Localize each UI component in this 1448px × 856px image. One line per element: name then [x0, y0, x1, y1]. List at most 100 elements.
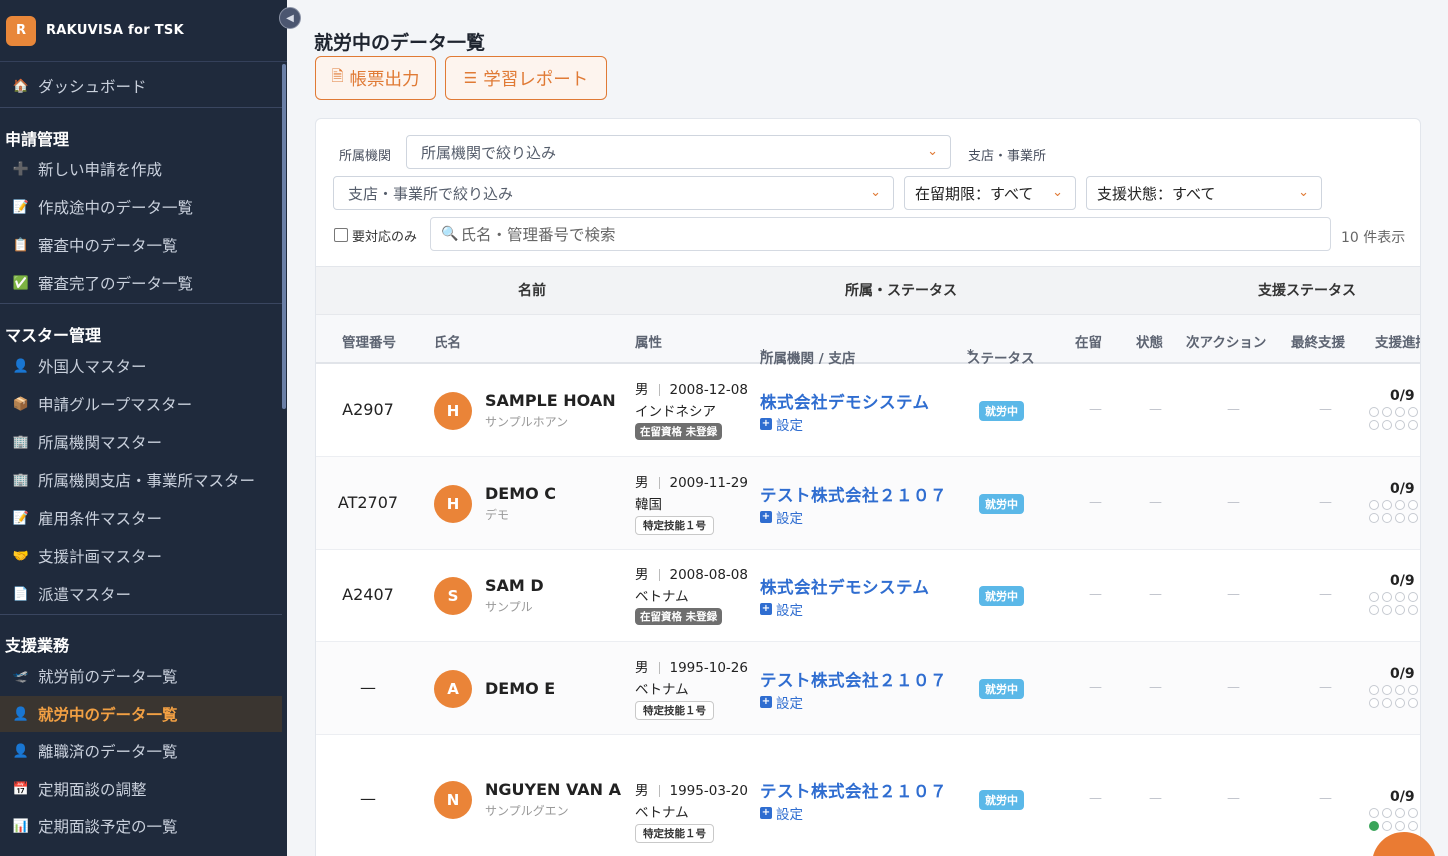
dob: 1995-10-26: [669, 660, 748, 676]
setting-label: 設定: [776, 696, 803, 712]
sidebar-item[interactable]: 📊 定期面談予定の一覧: [0, 808, 282, 844]
col-last-support[interactable]: 最終支援: [1291, 331, 1345, 351]
collapse-sidebar-icon[interactable]: ◀: [279, 7, 301, 29]
org-link[interactable]: 株式会社デモシステム: [760, 574, 930, 598]
sidebar-scrollbar[interactable]: [282, 64, 286, 409]
gender: 男: [635, 783, 649, 799]
visa-badge: 在留資格 未登録: [635, 608, 723, 625]
search-input[interactable]: 🔍 氏名・管理番号で検索: [430, 217, 1331, 251]
person-name[interactable]: NGUYEN VAN A: [485, 780, 621, 799]
org-filter-select[interactable]: 所属機関で絞り込み ⌄: [406, 135, 951, 169]
table-row[interactable]: A2407 S SAM D サンプル 男 2008-08-08 ベトナム 在留資格 未登録 株式…: [316, 550, 1420, 642]
progress-dots: [1369, 407, 1418, 430]
person-name[interactable]: SAM D: [485, 576, 544, 595]
sidebar-item[interactable]: 👤 外国人マスター: [0, 348, 282, 384]
col-next-action[interactable]: 次アクション: [1186, 331, 1266, 351]
sidebar-item[interactable]: 📄 派遣マスター: [0, 576, 282, 612]
progress-dot: [1369, 500, 1379, 510]
gender-dob: 男 2008-08-08: [635, 563, 748, 583]
stay-period-select[interactable]: 在留期限：すべて ⌄: [904, 176, 1076, 210]
learning-report-button[interactable]: ☰ 学習レポート: [445, 56, 607, 100]
person-name[interactable]: SAMPLE HOAN: [485, 391, 616, 410]
sidebar-item[interactable]: 👤 就労中のデータ一覧: [0, 696, 282, 732]
plus-icon: +: [760, 603, 772, 615]
setting-link[interactable]: + 設定: [760, 692, 803, 712]
sidebar-item[interactable]: 🤝 支援計画マスター: [0, 538, 282, 574]
col-stay[interactable]: 在留: [1075, 331, 1102, 351]
org-link[interactable]: 株式会社デモシステム: [760, 389, 930, 413]
chevron-down-icon: ⌄: [1298, 185, 1309, 200]
brand[interactable]: R RAKUVISA for TSK: [0, 0, 287, 62]
person-name[interactable]: DEMO C: [485, 484, 556, 503]
setting-label: 設定: [776, 418, 803, 434]
sidebar-item[interactable]: 🛫 就労前のデータ一覧: [0, 658, 282, 694]
menu-icon: 📊: [12, 818, 30, 834]
mgmt-no: A2407: [342, 585, 394, 604]
empty-value: —: [1319, 587, 1332, 602]
sidebar-item[interactable]: 🏢 所属機関マスター: [0, 424, 282, 460]
table-row[interactable]: AT2707 H DEMO C デモ 男 2009-11-29 韓国 特定技能１号 テスト株式会…: [316, 457, 1420, 550]
table-row[interactable]: — A DEMO E 男 1995-10-26 ベトナム 特定技能１号 テスト株式会社２１０７…: [316, 642, 1420, 735]
sidebar-item[interactable]: ✅ 審査完了のデータ一覧: [0, 265, 282, 301]
progress-dot: [1369, 698, 1379, 708]
setting-link[interactable]: + 設定: [760, 507, 803, 527]
sidebar-item[interactable]: 🏠 ダッシュボード: [0, 68, 282, 104]
progress-dot: [1395, 698, 1405, 708]
progress-dot: [1382, 513, 1392, 523]
org-link[interactable]: テスト株式会社２１０７: [760, 667, 947, 691]
gender: 男: [635, 660, 649, 676]
mgmt-no: AT2707: [337, 493, 399, 512]
setting-link[interactable]: + 設定: [760, 599, 803, 619]
list-icon: ☰: [463, 69, 478, 87]
progress-text: 0/9: [1390, 573, 1415, 589]
progress-dot: [1369, 513, 1379, 523]
progress-dot: [1369, 605, 1379, 615]
menu-icon: 📋: [12, 237, 30, 253]
org-link[interactable]: テスト株式会社２１０７: [760, 482, 947, 506]
sidebar-item[interactable]: 📝 雇用条件マスター: [0, 500, 282, 536]
sidebar-item[interactable]: 👤 離職済のデータ一覧: [0, 733, 282, 769]
col-progress[interactable]: 支援進捗: [1375, 331, 1420, 351]
empty-value: —: [1149, 587, 1162, 602]
table-row[interactable]: A2907 H SAMPLE HOAN サンプルホアン 男 2008-12-08 インドネシ…: [316, 365, 1420, 457]
gender: 男: [635, 382, 649, 398]
progress-dot: [1369, 821, 1379, 831]
progress-dot: [1395, 808, 1405, 818]
sidebar-item-label: 作成途中のデータ一覧: [38, 199, 194, 217]
progress-dots: [1369, 685, 1418, 708]
empty-value: —: [1089, 680, 1102, 695]
branch-filter-select[interactable]: 支店・事業所で絞り込み ⌄: [333, 176, 894, 210]
search-icon: 🔍: [441, 226, 459, 242]
progress-dot: [1369, 420, 1379, 430]
sidebar-item[interactable]: 📋 審査中のデータ一覧: [0, 227, 282, 263]
sidebar-item[interactable]: 📅 定期面談の調整: [0, 771, 282, 807]
col-mgmt-no[interactable]: 管理番号: [342, 331, 396, 351]
sidebar-item[interactable]: 📝 作成途中のデータ一覧: [0, 189, 282, 225]
sidebar-item-label: 所属機関マスター: [38, 434, 163, 452]
progress-dot: [1382, 605, 1392, 615]
table-row[interactable]: — N NGUYEN VAN A サンプルグエン 男 1995-03-20 ベトナム 特定技能…: [316, 735, 1420, 856]
menu-icon: 📝: [12, 510, 30, 526]
empty-value: —: [1149, 402, 1162, 417]
progress-dot: [1408, 420, 1418, 430]
col-state[interactable]: 状態: [1136, 331, 1163, 351]
visa-badge: 在留資格 未登録: [635, 423, 723, 440]
nationality: インドネシア: [635, 404, 716, 420]
col-org-label: 所属機関 / 支店: [760, 351, 856, 367]
setting-link[interactable]: + 設定: [760, 803, 803, 823]
empty-value: —: [1149, 680, 1162, 695]
setting-link[interactable]: + 設定: [760, 414, 803, 434]
sidebar-item[interactable]: ➕ 新しい申請を作成: [0, 151, 282, 187]
support-state-select[interactable]: 支援状態：すべて ⌄: [1086, 176, 1322, 210]
menu-icon: 🏢: [12, 434, 30, 450]
col-name[interactable]: 氏名: [434, 331, 461, 351]
report-output-button[interactable]: 🗎 帳票出力: [315, 56, 436, 100]
needs-action-checkbox[interactable]: [334, 228, 348, 242]
col-attr[interactable]: 属性: [635, 331, 662, 351]
progress-text: 0/9: [1390, 666, 1415, 682]
sidebar-item[interactable]: 🏢 所属機関支店・事業所マスター: [0, 462, 282, 498]
visa-badge: 特定技能１号: [635, 701, 714, 720]
org-link[interactable]: テスト株式会社２１０７: [760, 778, 947, 802]
sidebar-item[interactable]: 📦 申請グループマスター: [0, 386, 282, 422]
person-name[interactable]: DEMO E: [485, 679, 555, 698]
